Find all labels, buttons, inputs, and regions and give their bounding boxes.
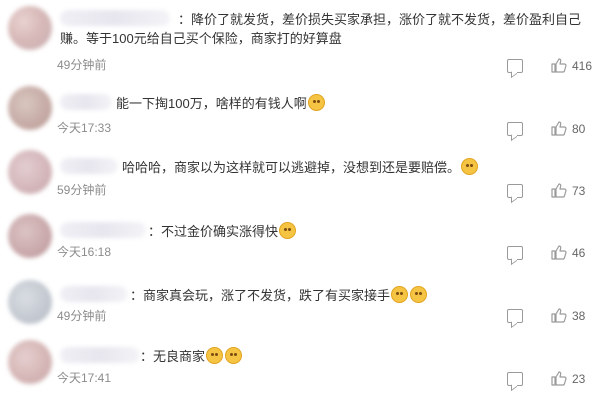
avatar[interactable] bbox=[8, 280, 52, 324]
comment-text: ：无良商家 bbox=[60, 347, 584, 366]
comment-time: 49分钟前 bbox=[57, 58, 107, 72]
like-count: 23 bbox=[572, 372, 586, 386]
smiling-emoji-icon bbox=[206, 347, 224, 364]
like-count: 73 bbox=[572, 184, 586, 198]
like-count: 80 bbox=[572, 122, 586, 136]
like-icon[interactable] bbox=[551, 121, 567, 136]
like-count: 46 bbox=[572, 246, 586, 260]
smiling-emoji-icon bbox=[279, 222, 297, 239]
avatar[interactable] bbox=[8, 214, 52, 258]
like-count: 38 bbox=[572, 309, 586, 323]
smiling-emoji-icon bbox=[225, 347, 243, 364]
comment-text-content: ：不过金价确实涨得快 bbox=[148, 224, 279, 239]
avatar[interactable] bbox=[8, 340, 52, 384]
comment-text-content: ：降价了就发货，差价损失买家承担，涨价了就不发货，差价盈利自己赚。等于100元给… bbox=[60, 12, 582, 46]
like-count: 416 bbox=[572, 59, 593, 73]
comment-time: 59分钟前 bbox=[57, 183, 107, 197]
comment-text: 哈哈哈，商家以为这样就可以逃避掉，没想到还是要赔偿。 bbox=[60, 158, 584, 177]
comment-text-content: ：商家真会玩，涨了不发货，跌了有买家接手 bbox=[130, 288, 391, 303]
like-icon[interactable] bbox=[551, 58, 567, 73]
sweating-emoji-icon bbox=[391, 286, 409, 303]
sweating-emoji-icon bbox=[410, 286, 428, 303]
comment-text: ：降价了就发货，差价损失买家承担，涨价了就不发货，差价盈利自己赚。等于100元给… bbox=[60, 10, 584, 48]
laughing-emoji-icon bbox=[461, 158, 479, 175]
comment-time: 今天17:41 bbox=[57, 371, 112, 385]
reply-icon[interactable] bbox=[507, 309, 523, 323]
avatar[interactable] bbox=[8, 86, 52, 130]
reply-icon[interactable] bbox=[507, 246, 523, 260]
comment-text: ：不过金价确实涨得快 bbox=[60, 222, 584, 241]
like-icon[interactable] bbox=[551, 371, 567, 386]
comment-text-content: 哈哈哈，商家以为这样就可以逃避掉，没想到还是要赔偿。 bbox=[122, 160, 461, 175]
reply-icon[interactable] bbox=[507, 59, 523, 73]
comment-time: 今天16:18 bbox=[57, 245, 112, 259]
avatar[interactable] bbox=[8, 6, 52, 50]
avatar[interactable] bbox=[8, 150, 52, 194]
like-icon[interactable] bbox=[551, 183, 567, 198]
like-icon[interactable] bbox=[551, 308, 567, 323]
comment-text-content: ：无良商家 bbox=[140, 349, 206, 364]
reply-icon[interactable] bbox=[507, 184, 523, 198]
comment-list: ：降价了就发货，差价损失买家承担，涨价了就不发货，差价盈利自己赚。等于100元给… bbox=[0, 0, 600, 400]
comment-time: 今天17:33 bbox=[57, 121, 112, 135]
laughing-emoji-icon bbox=[307, 94, 325, 111]
reply-icon[interactable] bbox=[507, 372, 523, 386]
reply-icon[interactable] bbox=[507, 122, 523, 136]
comment-text-content: 能一下掏100万，啥样的有钱人啊 bbox=[116, 96, 307, 111]
comment-text: ：商家真会玩，涨了不发货，跌了有买家接手 bbox=[60, 286, 584, 305]
like-icon[interactable] bbox=[551, 245, 567, 260]
comment-text: 能一下掏100万，啥样的有钱人啊 bbox=[60, 94, 584, 113]
comment-time: 49分钟前 bbox=[57, 309, 107, 323]
